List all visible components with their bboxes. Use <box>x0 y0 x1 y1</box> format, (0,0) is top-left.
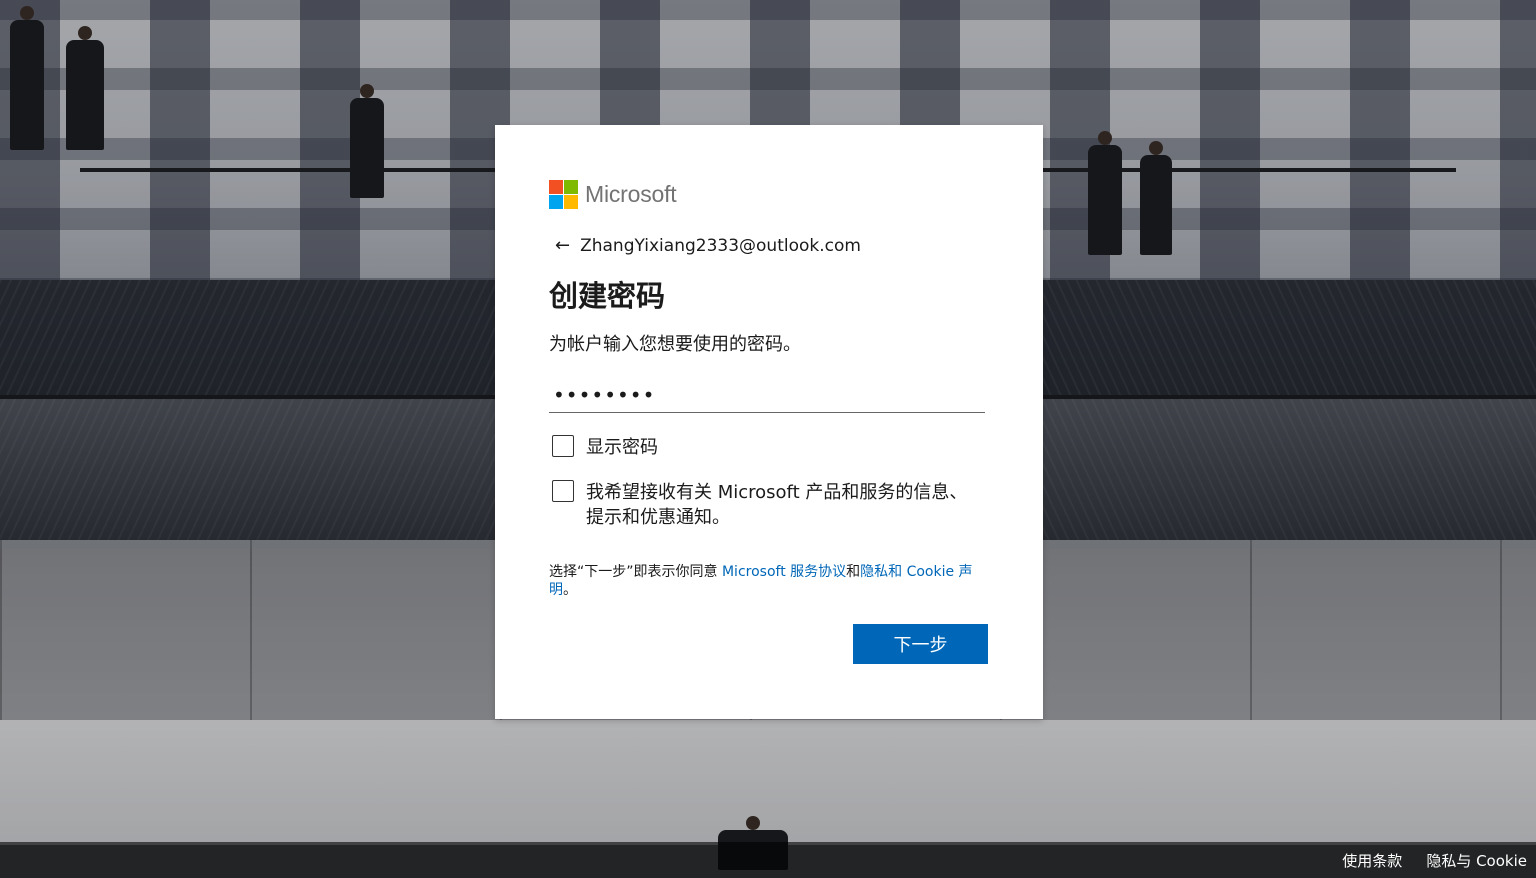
account-email: ZhangYixiang2333@outlook.com <box>580 235 861 256</box>
legal-suffix: 。 <box>563 582 577 598</box>
show-password-option[interactable]: 显示密码 <box>552 435 658 460</box>
terms-of-use-link[interactable]: 使用条款 <box>1342 850 1402 871</box>
microsoft-logo: Microsoft <box>549 180 677 209</box>
arrow-left-icon[interactable]: ← <box>555 235 570 256</box>
page-subtitle: 为帐户输入您想要使用的密码。 <box>549 334 801 355</box>
marketing-label: 我希望接收有关 Microsoft 产品和服务的信息、提示和优惠通知。 <box>586 482 968 528</box>
page-footer: 使用条款 隐私与 Cookie <box>0 842 1536 878</box>
brand-name: Microsoft <box>585 181 677 207</box>
services-agreement-link[interactable]: Microsoft 服务协议 <box>722 564 846 580</box>
privacy-cookies-link[interactable]: 隐私与 Cookie <box>1426 850 1527 871</box>
marketing-checkbox[interactable] <box>552 480 574 502</box>
show-password-label: 显示密码 <box>586 437 658 458</box>
page-title: 创建密码 <box>549 279 666 313</box>
legal-prefix: 选择“下一步”即表示你同意 <box>549 564 722 580</box>
legal-notice: 选择“下一步”即表示你同意 Microsoft 服务协议和隐私和 Cookie … <box>549 563 989 599</box>
microsoft-logo-icon <box>549 180 578 209</box>
legal-and: 和 <box>846 564 861 580</box>
identity-banner[interactable]: ← ZhangYixiang2333@outlook.com <box>555 235 861 256</box>
marketing-option[interactable]: 我希望接收有关 Microsoft 产品和服务的信息、提示和优惠通知。 <box>552 480 972 530</box>
show-password-checkbox[interactable] <box>552 435 574 457</box>
signup-dialog: Microsoft ← ZhangYixiang2333@outlook.com… <box>495 125 1043 719</box>
next-button[interactable]: 下一步 <box>853 624 988 664</box>
password-input[interactable] <box>549 377 985 413</box>
